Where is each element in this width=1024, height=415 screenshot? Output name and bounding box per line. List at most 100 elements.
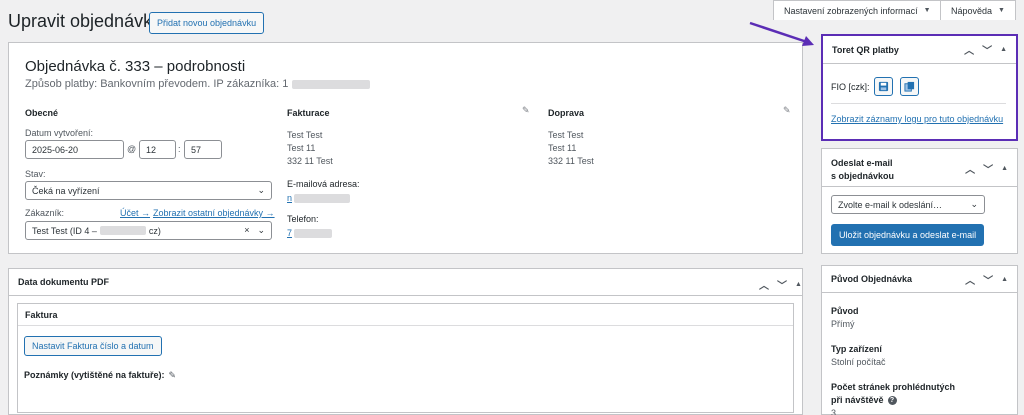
other-orders-link[interactable]: Zobrazit ostatní objednávky → <box>153 208 275 218</box>
email-select-value: Zvolte e-mail k odeslání… <box>838 199 943 210</box>
shipping-line: 332 11 Test <box>548 156 594 166</box>
help-icon[interactable]: ? <box>887 396 897 405</box>
chevron-up-icon[interactable]: ︿ <box>965 161 975 176</box>
status-label: Stav: <box>25 169 46 179</box>
chevron-down-icon[interactable]: ﹀ <box>777 277 787 292</box>
chevron-down-icon[interactable]: ﹀ <box>983 161 993 176</box>
triangle-up-icon[interactable]: ▲ <box>795 281 802 288</box>
status-select[interactable]: Čeká na vyřízení ⌄ <box>25 181 272 200</box>
customer-label: Zákazník: <box>25 208 65 218</box>
triangle-up-icon[interactable]: ▲ <box>1001 276 1008 283</box>
phone-label: Telefon: <box>287 214 319 224</box>
email-select[interactable]: Zvolte e-mail k odeslání… ⌄ <box>831 195 985 214</box>
invoice-heading: Faktura <box>18 304 793 326</box>
arrow-icon <box>749 21 814 46</box>
pencil-icon[interactable]: ✎ <box>783 105 791 116</box>
email-label: E-mailová adresa: <box>287 179 360 189</box>
chevron-up-icon[interactable]: ︿ <box>759 277 769 292</box>
order-origin-panel: Původ Objednávka ︿ ﹀ ▲ Původ Přímý Typ z… <box>821 265 1018 415</box>
date-input[interactable]: 2025-06-20 <box>25 140 124 159</box>
redacted-ip <box>292 79 371 89</box>
add-new-order-button[interactable]: Přidat novou objednávku <box>149 12 265 34</box>
triangle-up-icon[interactable]: ▲ <box>1000 46 1007 53</box>
account-link[interactable]: Účet → <box>120 208 150 218</box>
fio-label: FIO [czk]: <box>831 81 870 92</box>
date-label: Datum vytvoření: <box>25 128 94 138</box>
chevron-up-icon[interactable]: ︿ <box>965 272 975 287</box>
redacted-phone <box>294 228 333 238</box>
chevron-down-icon[interactable]: ﹀ <box>983 272 993 287</box>
email-panel-header: Odeslat e-mail s objednávkou ︿ ﹀ ▲ <box>822 149 1017 187</box>
chevron-down-icon: ⌄ <box>257 225 265 235</box>
customer-suffix: cz) <box>148 225 161 236</box>
log-records-link[interactable]: Zobrazit záznamy logu pro tuto objednávk… <box>831 114 1003 124</box>
at-sign: @ <box>127 144 137 154</box>
divider <box>831 103 1006 104</box>
customer-value: Test Test (ID 4 – cz) <box>32 226 161 236</box>
triangle-up-icon[interactable]: ▲ <box>1001 165 1008 172</box>
billing-line: Test Test <box>287 130 323 140</box>
fio-row: FIO [czk]: <box>831 77 919 96</box>
pdf-heading: Data dokumentu PDF <box>18 277 110 287</box>
origin-value: Přímý <box>831 319 855 329</box>
origin-panel-header: Původ Objednávka ︿ ﹀ ▲ <box>822 266 1017 293</box>
pages-label-line1: Počet stránek prohlédnutých <box>831 382 956 392</box>
minute-input[interactable]: 57 <box>184 140 222 159</box>
origin-heading: Původ Objednávka <box>831 274 913 284</box>
shipping-heading: Doprava <box>548 108 585 118</box>
qr-panel-header: Toret QR platby ︿ ﹀ ▲ <box>823 36 1016 64</box>
chevron-up-icon[interactable]: ︿ <box>964 42 974 57</box>
email-heading-line1: Odeslat e-mail <box>831 158 893 168</box>
copy-icon[interactable] <box>899 77 919 96</box>
save-icon[interactable] <box>873 77 893 96</box>
pdf-document-panel: Data dokumentu PDF ︿ ﹀ ▲ Faktura Nastavi… <box>8 268 803 415</box>
screen-options-label: Nastavení zobrazených informací <box>784 5 918 16</box>
order-meta: Způsob platby: Bankovním převodem. IP zá… <box>25 78 371 90</box>
save-and-send-email-button[interactable]: Uložit objednávku a odeslat e-mail <box>831 224 985 246</box>
qr-heading: Toret QR platby <box>832 44 899 55</box>
screen-options-button[interactable]: Nastavení zobrazených informací ▼ <box>773 0 942 20</box>
order-title: Objednávka č. 333 – podrobnosti <box>25 58 246 75</box>
order-data-panel: Objednávka č. 333 – podrobnosti Způsob p… <box>8 42 803 254</box>
shipping-line: Test Test <box>548 130 584 140</box>
billing-heading: Fakturace <box>287 108 330 118</box>
caret-down-icon: ▼ <box>923 7 931 14</box>
pencil-icon[interactable]: ✎ <box>169 370 177 381</box>
help-button[interactable]: Nápověda ▼ <box>940 0 1016 20</box>
email-heading-line2: s objednávkou <box>831 171 895 181</box>
page-title: Upravit objednávku <box>8 11 163 31</box>
chevron-down-icon: ⌄ <box>970 199 978 209</box>
chevron-down-icon[interactable]: ﹀ <box>982 42 992 57</box>
shipping-address: Test Test Test 11 332 11 Test <box>548 129 594 168</box>
redacted-email <box>99 226 146 235</box>
email-visible: n <box>287 193 293 203</box>
notes-label: Poznámky (vytištěné na faktuře): <box>24 370 165 380</box>
invoice-box: Faktura Nastavit Faktura číslo a datum P… <box>17 303 794 413</box>
set-invoice-number-button[interactable]: Nastavit Faktura číslo a datum <box>24 336 162 356</box>
device-value: Stolní počítač <box>831 357 886 367</box>
origin-details: Původ Přímý Typ zařízení Stolní počítač … <box>831 305 955 415</box>
origin-label: Původ <box>831 306 859 316</box>
chevron-down-icon: ⌄ <box>257 185 265 195</box>
time-separator: : <box>178 144 181 154</box>
shipping-line: Test 11 <box>548 143 577 153</box>
notes-row: Poznámky (vytištěné na faktuře): ✎ <box>24 370 176 381</box>
billing-address: Test Test Test 11 332 11 Test <box>287 129 333 168</box>
send-email-panel: Odeslat e-mail s objednávkou ︿ ﹀ ▲ Zvolt… <box>821 148 1018 254</box>
phone-link[interactable]: 7 <box>287 228 333 238</box>
redacted-email <box>294 193 351 203</box>
customer-prefix: Test Test (ID 4 – <box>32 225 97 236</box>
pages-label-row: při návštěvě ? <box>831 394 955 407</box>
hour-input[interactable]: 12 <box>139 140 176 159</box>
pdf-panel-header: Data dokumentu PDF ︿ ﹀ ▲ <box>9 269 802 296</box>
pencil-icon[interactable]: ✎ <box>522 105 530 116</box>
general-heading: Obecné <box>25 108 59 118</box>
status-value: Čeká na vyřízení <box>32 185 100 196</box>
billing-line: 332 11 Test <box>287 156 333 166</box>
customer-select[interactable]: Test Test (ID 4 – cz) × ⌄ <box>25 221 272 240</box>
toret-qr-panel: Toret QR platby ︿ ﹀ ▲ FIO [czk]: Zobrazi… <box>821 34 1018 141</box>
clear-icon[interactable]: × <box>244 225 249 236</box>
email-link[interactable]: n <box>287 193 351 203</box>
order-meta-text: Způsob platby: Bankovním převodem. IP zá… <box>25 78 289 90</box>
pages-label-line2: při návštěvě <box>831 395 884 405</box>
